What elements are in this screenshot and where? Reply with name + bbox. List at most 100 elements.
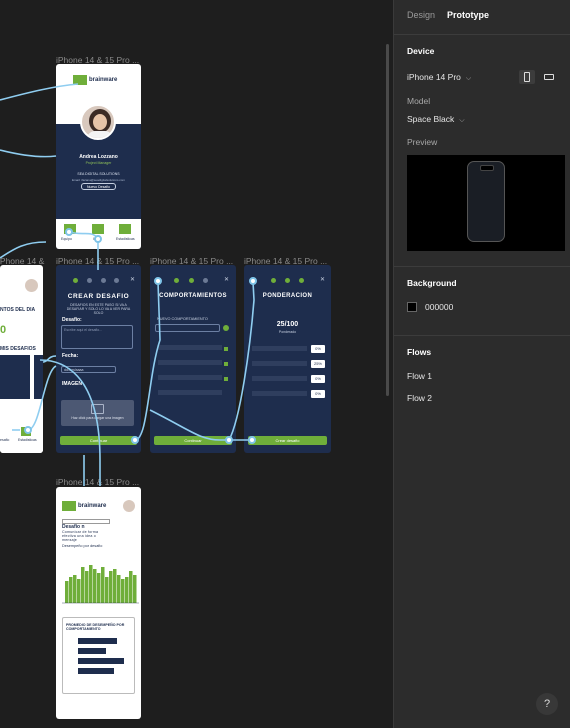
date-input[interactable]: dd/mm/aaaa: [61, 366, 116, 373]
continue-button[interactable]: Continuar: [154, 436, 232, 445]
device-value: iPhone 14 Pro: [407, 71, 461, 82]
new-behavior-input[interactable]: [155, 324, 220, 332]
step-dot-active: [271, 278, 276, 283]
weight-item: [252, 391, 307, 396]
brainware-logo-icon: [62, 501, 76, 511]
flow-item[interactable]: Flow 2: [407, 393, 557, 403]
image-label: IMAGEN: [62, 381, 82, 387]
connection-handle[interactable]: [24, 426, 32, 434]
device-select[interactable]: iPhone 14 Pro ⌵: [407, 72, 471, 83]
add-icon[interactable]: [223, 325, 229, 331]
connection-handle[interactable]: [94, 235, 102, 243]
help-button[interactable]: ?: [536, 693, 558, 715]
chart1-title: Desempeño por desafio: [62, 544, 103, 548]
behavior-item[interactable]: [158, 375, 222, 380]
model-value: Space Black: [407, 114, 455, 124]
connection-handle[interactable]: [131, 436, 139, 444]
avatar: [25, 279, 38, 292]
tab-design[interactable]: Design: [407, 10, 435, 20]
flow-item[interactable]: Flow 1: [407, 371, 557, 381]
score-label: Ponderado: [278, 330, 297, 334]
step-dot: [87, 278, 92, 283]
page-title: CREAR DESAFIO: [67, 293, 130, 300]
create-challenge-button[interactable]: Crear desafio: [248, 436, 327, 445]
new-challenge-button[interactable]: Nuevo Desafio: [81, 183, 116, 190]
device-title: Device: [407, 46, 435, 56]
nav-desafio[interactable]: esafio: [0, 438, 9, 442]
bottom-nav: esafio Estadisticas: [0, 425, 43, 453]
behaviors-frame[interactable]: ✕ COMPORTAMIENTOS NUEVO COMPORTAMIENTO C…: [150, 265, 236, 453]
bar: [78, 668, 114, 674]
profile-name: Andrea Lozzano: [79, 154, 118, 160]
model-select[interactable]: Space Black ⌵: [407, 114, 465, 125]
stats-icon[interactable]: [119, 224, 131, 234]
daily-points-heading: NTOS DEL DIA: [0, 307, 36, 313]
device-preview: [407, 155, 565, 251]
step-dot-active: [189, 278, 194, 283]
color-swatch[interactable]: [407, 302, 417, 312]
challenge-card[interactable]: [34, 355, 43, 399]
prototype-canvas[interactable]: iPhone 14 & 15 Pro ... iPhone 14 & 15 Pr…: [0, 0, 393, 728]
step-dot: [101, 278, 106, 283]
nav-estadisticas[interactable]: Estadisticas: [116, 237, 135, 241]
weight-input[interactable]: 0%: [311, 345, 325, 353]
behavior-item[interactable]: [158, 345, 222, 350]
bar: [78, 638, 117, 644]
flows-section: Flows Flow 1 Flow 2: [394, 335, 570, 426]
challenge-card[interactable]: [0, 355, 30, 399]
dashboard-frame-partial[interactable]: NTOS DEL DIA 0 MIS DESAFIOS esafio Estad…: [0, 265, 43, 453]
profile-email: Email: ifazana@seadigitalsolutions.com: [72, 178, 125, 182]
behavior-item[interactable]: [158, 360, 222, 365]
performance-bar-chart: [62, 557, 139, 605]
step-dot-active: [73, 278, 78, 283]
profile-frame[interactable]: brainware Andrea Lozzano Project Manager…: [56, 64, 141, 249]
close-icon[interactable]: ✕: [320, 276, 325, 283]
canvas-scrollbar[interactable]: [386, 44, 389, 396]
panel-tabs: Design Prototype: [394, 0, 570, 30]
profile-role: Project Manager: [85, 161, 112, 165]
tab-prototype[interactable]: Prototype: [447, 10, 489, 20]
weighting-frame[interactable]: ✕ PONDERACION 25/100 Ponderado 0% 25% 0%…: [244, 265, 331, 453]
portrait-icon[interactable]: [519, 70, 535, 84]
behavior-chart-card: PROMEDIO DE DESEMPEÑO POR COMPORTAMIENTO: [62, 617, 135, 694]
continue-button[interactable]: Continuar: [60, 436, 137, 445]
connection-handle[interactable]: [154, 277, 162, 285]
model-label: Model: [407, 96, 431, 106]
connection-handle[interactable]: [225, 436, 233, 444]
background-hex[interactable]: 000000: [425, 302, 453, 312]
nav-equipo[interactable]: Equipo: [61, 237, 72, 241]
landscape-icon[interactable]: [541, 70, 557, 84]
create-challenge-frame[interactable]: ✕ CREAR DESAFIO DESAFIOS EN ESTE PASO SI…: [56, 265, 141, 453]
challenge-textarea[interactable]: Escribe aqui el desafio...: [61, 325, 133, 349]
preview-label: Preview: [407, 137, 438, 147]
connection-handle[interactable]: [65, 228, 73, 236]
checkbox-icon[interactable]: [224, 347, 228, 351]
checkbox-icon[interactable]: [224, 362, 228, 366]
weight-input[interactable]: 0%: [311, 375, 325, 383]
properties-panel: Design Prototype Device iPhone 14 Pro ⌵ M…: [393, 0, 570, 728]
page-subtitle: DESAFIOS EN ESTE PASO SI VA A DESAFIAR Y…: [66, 303, 131, 315]
new-behavior-label: NUEVO COMPORTAMIENTO: [157, 317, 208, 321]
behavior-item[interactable]: [158, 390, 222, 395]
daily-points-value: 0: [0, 324, 7, 336]
checkbox-icon[interactable]: [224, 377, 228, 381]
close-icon[interactable]: ✕: [130, 276, 135, 283]
avatar: [80, 104, 116, 140]
home-icon[interactable]: [92, 224, 104, 234]
weight-item: [252, 376, 307, 381]
bar: [78, 658, 124, 664]
frame-label[interactable]: iPhone 14 & 15 Pro ...: [56, 477, 139, 487]
weight-input[interactable]: 0%: [311, 390, 325, 398]
step-dot-active: [174, 278, 179, 283]
step-dot-active: [285, 278, 290, 283]
nav-estadisticas[interactable]: Estadisticas: [18, 438, 37, 442]
brand-name: brainware: [89, 77, 118, 83]
step-dot: [203, 278, 208, 283]
background-section: Background 000000: [394, 266, 570, 335]
stats-frame[interactable]: brainware Desafio n Comunicar de forma e…: [56, 487, 141, 719]
connection-handle[interactable]: [249, 277, 257, 285]
image-upload-area[interactable]: Haz click para cargar una imagen: [61, 400, 134, 426]
weight-input[interactable]: 25%: [311, 360, 325, 368]
connection-handle[interactable]: [248, 436, 256, 444]
close-icon[interactable]: ✕: [224, 276, 229, 283]
